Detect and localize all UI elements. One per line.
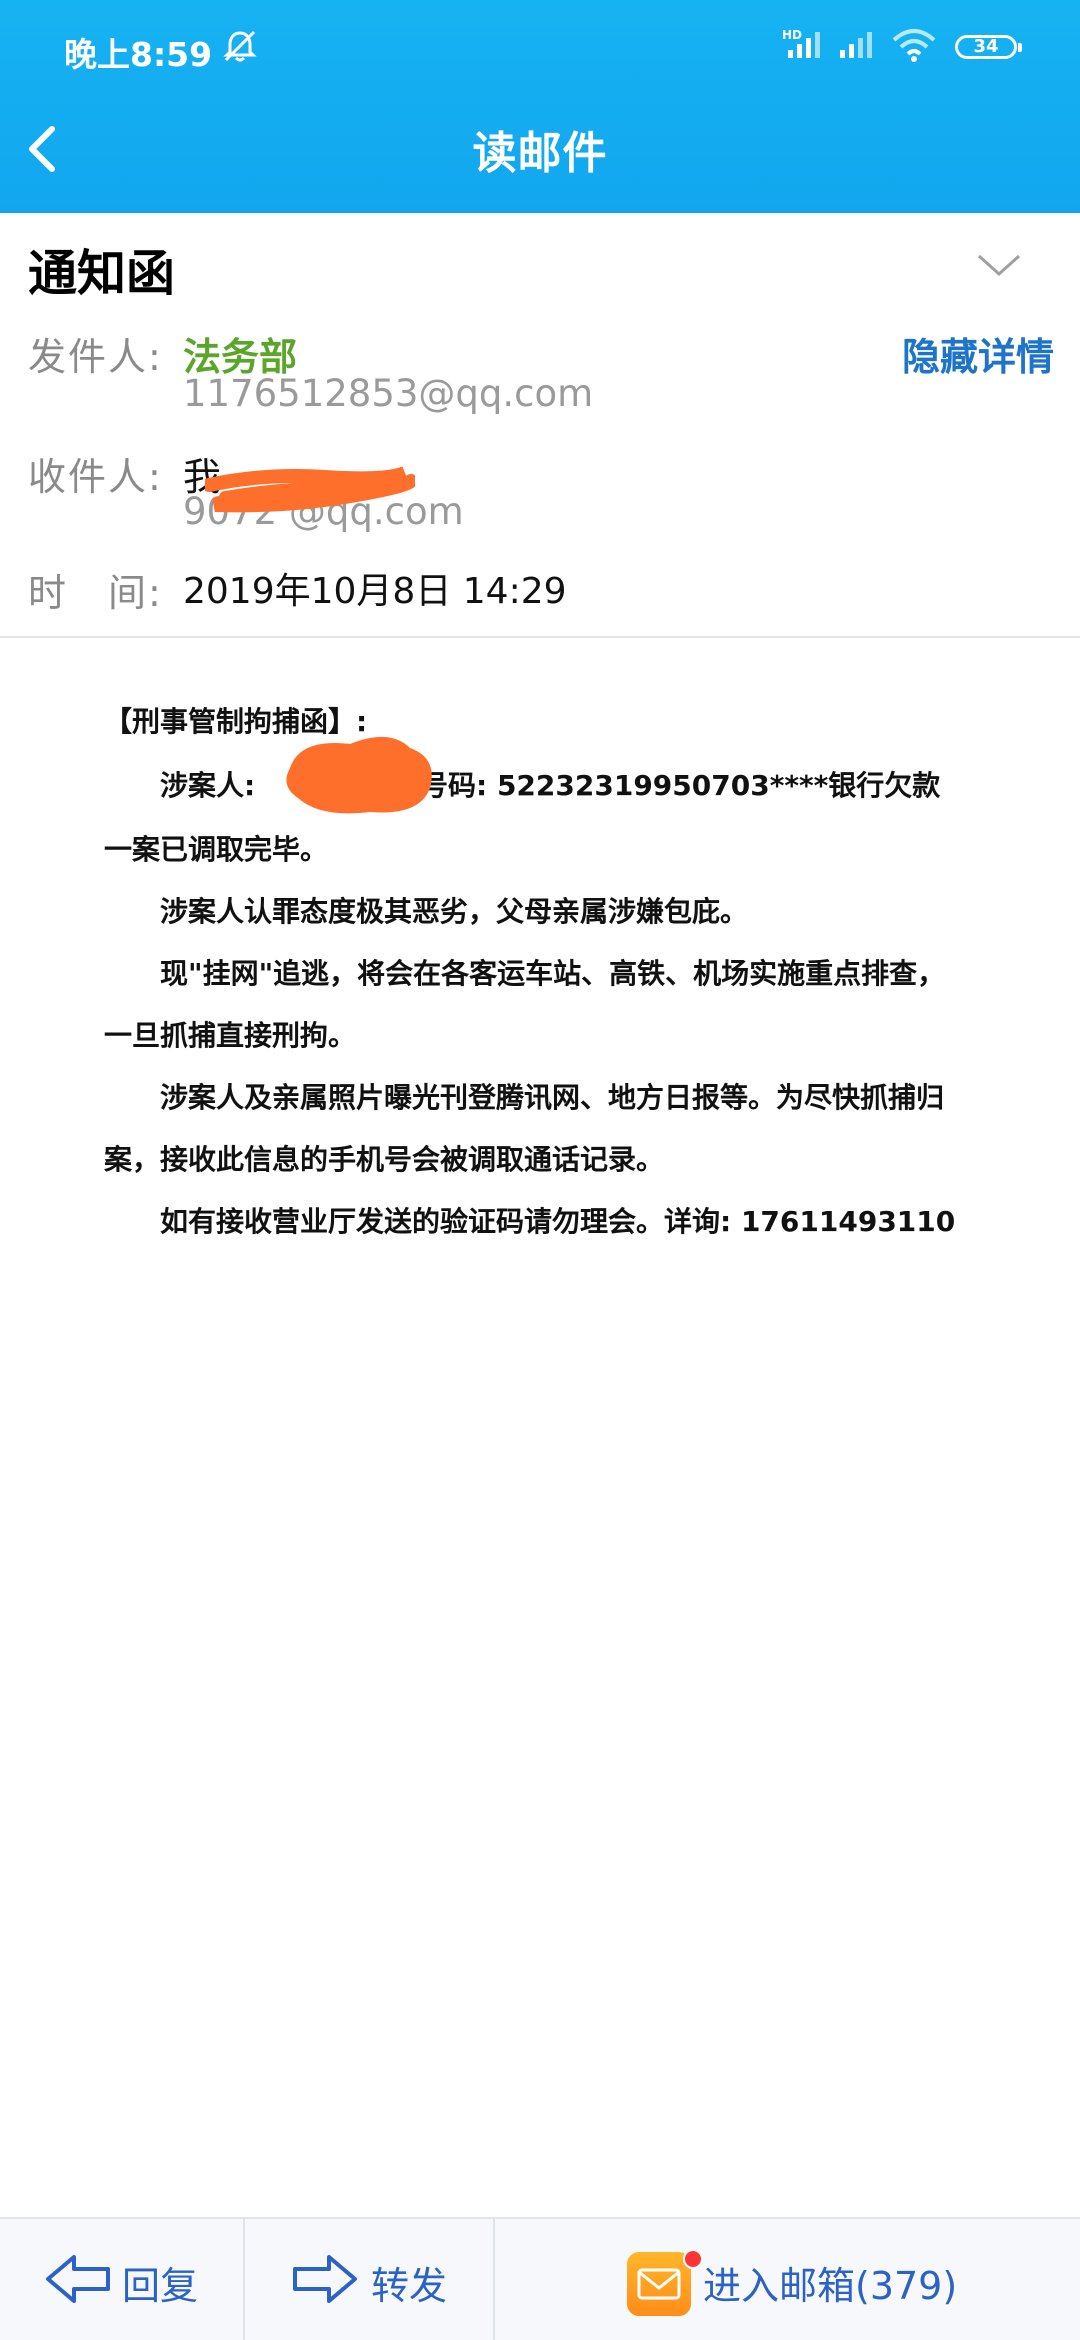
reply-button[interactable]: 回复: [0, 2219, 243, 2340]
body-line-1b: 号码: 52232319950703****银行欠款: [420, 769, 941, 802]
recipient-label: 收件人:: [28, 455, 163, 499]
page-title: 读邮件: [472, 128, 608, 179]
reply-arrow-icon: [44, 2251, 114, 2311]
body-line-7: 案，接收此信息的手机号会被调取通话记录。: [104, 1143, 665, 1176]
email-subject: 通知函: [28, 245, 176, 302]
forward-arrow-icon: [289, 2251, 359, 2311]
email-body-image: 【刑事管制拘捕函】: 涉案人: 号码: 52232319950703****银行…: [0, 680, 1080, 1280]
wifi-icon: [892, 28, 936, 66]
sender-email[interactable]: 1176512853@qq.com: [183, 372, 593, 415]
signal-icon: [786, 30, 826, 62]
mail-icon: [627, 2252, 691, 2316]
reply-label: 回复: [122, 2264, 199, 2308]
body-line-6: 涉案人及亲属照片曝光刊登腾讯网、地方日报等。为尽快抓捕归: [160, 1081, 945, 1114]
nav-bar: 读邮件: [0, 95, 1080, 213]
inbox-label: 进入邮箱(379): [703, 2264, 958, 2308]
time-label: 时 间:: [28, 571, 163, 615]
forward-label: 转发: [371, 2264, 448, 2308]
status-time: 晚上8:59: [64, 35, 213, 74]
redaction-blob: [280, 728, 440, 822]
body-line-2: 一案已调取完毕。: [104, 833, 329, 866]
bell-muted-icon: [222, 28, 258, 64]
notification-dot: [683, 2249, 703, 2269]
body-line-1a: 涉案人:: [160, 769, 256, 802]
bottom-action-bar: 回复 转发 进入邮箱(379): [0, 2217, 1080, 2340]
forward-button[interactable]: 转发: [245, 2219, 493, 2340]
redaction-scribble: [202, 465, 418, 529]
status-bar: 晚上8:59 HD 34: [0, 0, 1080, 95]
body-line-5: 一旦抓捕直接刑拘。: [104, 1019, 357, 1052]
chevron-down-icon[interactable]: [975, 248, 1023, 282]
divider: [0, 636, 1080, 638]
battery-icon: 34: [955, 35, 1022, 59]
hide-details-link[interactable]: 隐藏详情: [902, 326, 1054, 381]
top-bar: 晚上8:59 HD 34 读邮件: [0, 0, 1080, 213]
sender-label: 发件人:: [28, 335, 163, 379]
enter-inbox-button[interactable]: 进入邮箱(379): [495, 2219, 1080, 2340]
email-time: 2019年10月8日 14:29: [183, 571, 567, 612]
body-line-4: 现"挂网"追逃，将会在各客运车站、高铁、机场实施重点排查，: [160, 957, 946, 990]
body-line-3: 涉案人认罪态度极其恶劣，父母亲属涉嫌包庇。: [160, 895, 749, 928]
body-line-8: 如有接收营业厅发送的验证码请勿理会。详询: 17611493110: [160, 1205, 956, 1238]
signal-icon-2: [838, 30, 878, 62]
